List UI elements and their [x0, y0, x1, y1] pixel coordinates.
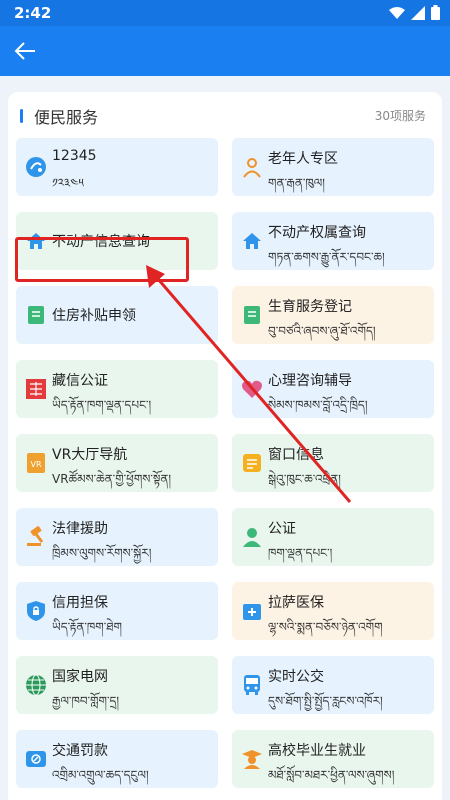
house-icon: [240, 229, 264, 253]
tile-window-info[interactable]: 窗口信息 སྒེའུ་ཁུང་ཆ་འཕྲིན།: [232, 434, 434, 492]
services-card: 便民服务 30项服务 12345 ༡༢༣༤༥ 老年人专区 གན་རྒན་ཁུལ།…: [8, 92, 442, 800]
tile-title: 老年人专区: [268, 151, 338, 167]
content-area: 便民服务 30项服务 12345 ༡༢༣༤༥ 老年人专区 གན་རྒན་ཁུལ།…: [0, 76, 450, 800]
status-icons: [389, 5, 440, 20]
shield-lock-icon: [24, 599, 48, 623]
tile-12345[interactable]: 12345 ༡༢༣༤༥: [16, 138, 218, 196]
tile-title: 公证: [268, 521, 296, 537]
tile-subtitle: རྒྱལ་ཁབ་གློག་དྲ།: [52, 694, 120, 708]
tile-psychological-counseling[interactable]: 心理咨询辅导 སེམས་ཁམས་བློ་འདྲི་ཁྲིད།: [232, 360, 434, 418]
tile-vr-hall-navigation[interactable]: VR VR大厅导航 VRཚོམས་ཆེན་གྱི་ཕྱོགས་སྟོན།: [16, 434, 218, 492]
tile-title: 国家电网: [52, 669, 108, 685]
tile-subtitle: ཡིད་རྟོན་ཁག་ལྡན་དཔང་།: [52, 398, 152, 412]
gavel-icon: [24, 525, 48, 549]
tile-title: 不动产信息查询: [52, 234, 150, 250]
tile-title: 高校毕业生就业: [268, 743, 366, 759]
tile-subtitle: ལྷ་སའི་སྨན་བཅོས་ཉེན་འགོག: [268, 620, 383, 634]
tile-title: 藏信公证: [52, 373, 108, 389]
status-time: 2:42: [14, 4, 52, 22]
vr-icon: VR: [24, 451, 48, 475]
seal-icon: [24, 377, 48, 401]
tile-real-estate-ownership-query[interactable]: 不动产权属查询 གཏན་ཆགས་རྒྱུ་ནོར་དབང་ཆ།: [232, 212, 434, 270]
tile-title: 拉萨医保: [268, 595, 324, 611]
back-button[interactable]: [10, 36, 40, 66]
graduate-icon: [240, 747, 264, 771]
tile-title: 心理咨询辅导: [268, 373, 352, 389]
section-title: 便民服务: [34, 108, 99, 127]
signal-icon: [411, 5, 425, 20]
tile-graduate-employment[interactable]: 高校毕业生就业 མཐོ་སློབ་མཐར་ཕྱིན་ལས་ཞུགས།: [232, 730, 434, 788]
app-bar: [0, 26, 450, 76]
house-icon: [24, 229, 48, 253]
tile-elderly-zone[interactable]: 老年人专区 གན་རྒན་ཁུལ།: [232, 138, 434, 196]
globe-icon: [24, 673, 48, 697]
tile-title: 住房补贴申领: [52, 308, 136, 324]
tile-housing-subsidy[interactable]: 住房补贴申领: [16, 286, 218, 344]
status-bar: 2:42: [0, 0, 450, 26]
bus-icon: [240, 673, 264, 697]
section-accent-bar: [20, 109, 23, 123]
tile-notary[interactable]: 公证 ཁག་ལྡན་དཔང་།: [232, 508, 434, 566]
tile-title: 生育服务登记: [268, 299, 352, 315]
person-icon: [240, 525, 264, 549]
tile-subtitle: མཐོ་སློབ་མཐར་ཕྱིན་ལས་ཞུགས།: [268, 768, 395, 782]
notes-icon: [240, 451, 264, 475]
document-icon: [240, 303, 264, 327]
ticket-icon: [24, 747, 48, 771]
elderly-person-icon: [240, 155, 264, 179]
tile-tibet-notary[interactable]: 藏信公证 ཡིད་རྟོན་ཁག་ལྡན་དཔང་།: [16, 360, 218, 418]
heart-icon: [240, 377, 264, 401]
tile-title: VR大厅导航: [52, 447, 128, 463]
svg-text:VR: VR: [30, 460, 41, 469]
medical-kit-icon: [240, 599, 264, 623]
tile-subtitle: སེམས་ཁམས་བློ་འདྲི་ཁྲིད།: [268, 398, 368, 412]
tile-realtime-bus[interactable]: 实时公交 དུས་ཐོག་སྤྱི་སྤྱོད་རླངས་འཁོར།: [232, 656, 434, 714]
tile-legal-aid[interactable]: 法律援助 ཁྲིམས་ལུགས་རོགས་སྐྱོར།: [16, 508, 218, 566]
tile-title: 实时公交: [268, 669, 324, 685]
tile-title: 交通罚款: [52, 743, 108, 759]
tile-subtitle: སྒེའུ་ཁུང་ཆ་འཕྲིན།: [268, 472, 341, 486]
tile-subtitle: ཡིད་རྟོན་ཁག་ཐེག: [52, 620, 122, 634]
tile-lhasa-medical-insurance[interactable]: 拉萨医保 ལྷ་སའི་སྨན་བཅོས་ཉེན་འགོག: [232, 582, 434, 640]
tile-birth-registration[interactable]: 生育服务登记 བུ་བཙའི་ཞབས་ཞུ་ཐོ་འགོད།: [232, 286, 434, 344]
tile-title: 12345: [52, 148, 97, 164]
tile-title: 窗口信息: [268, 447, 324, 463]
section-count: 30项服务: [374, 109, 426, 123]
tile-traffic-fines[interactable]: 交通罚款 འགྲིམ་འགྲུལ་ཆད་དངུལ།: [16, 730, 218, 788]
tile-real-estate-info-query[interactable]: 不动产信息查询: [16, 212, 218, 270]
tile-credit-guarantee[interactable]: 信用担保 ཡིད་རྟོན་ཁག་ཐེག: [16, 582, 218, 640]
tile-subtitle: བུ་བཙའི་ཞབས་ཞུ་ཐོ་འགོད།: [268, 324, 376, 338]
tile-subtitle: གན་རྒན་ཁུལ།: [268, 176, 325, 190]
tile-subtitle: ༡༢༣༤༥: [52, 176, 84, 190]
tile-subtitle: འགྲིམ་འགྲུལ་ཆད་དངུལ།: [52, 768, 149, 782]
battery-icon: [431, 5, 440, 20]
section-header: 便民服务 30项服务: [8, 92, 442, 132]
tile-title: 法律援助: [52, 521, 108, 537]
tile-state-grid[interactable]: 国家电网 རྒྱལ་ཁབ་གློག་དྲ།: [16, 656, 218, 714]
wifi-icon: [389, 6, 405, 19]
tile-subtitle: ཁག་ལྡན་དཔང་།: [268, 546, 333, 560]
tile-title: 信用担保: [52, 595, 108, 611]
document-icon: [24, 303, 48, 327]
tile-subtitle: ཁྲིམས་ལུགས་རོགས་སྐྱོར།: [52, 546, 152, 560]
back-arrow-icon: [14, 42, 35, 60]
tile-subtitle: དུས་ཐོག་སྤྱི་སྤྱོད་རླངས་འཁོར།: [268, 694, 383, 708]
hotline-icon: [24, 155, 48, 179]
tile-subtitle: གཏན་ཆགས་རྒྱུ་ནོར་དབང་ཆ།: [268, 250, 385, 264]
tile-subtitle: VRཚོམས་ཆེན་གྱི་ཕྱོགས་སྟོན།: [52, 472, 172, 486]
tile-title: 不动产权属查询: [268, 225, 366, 241]
